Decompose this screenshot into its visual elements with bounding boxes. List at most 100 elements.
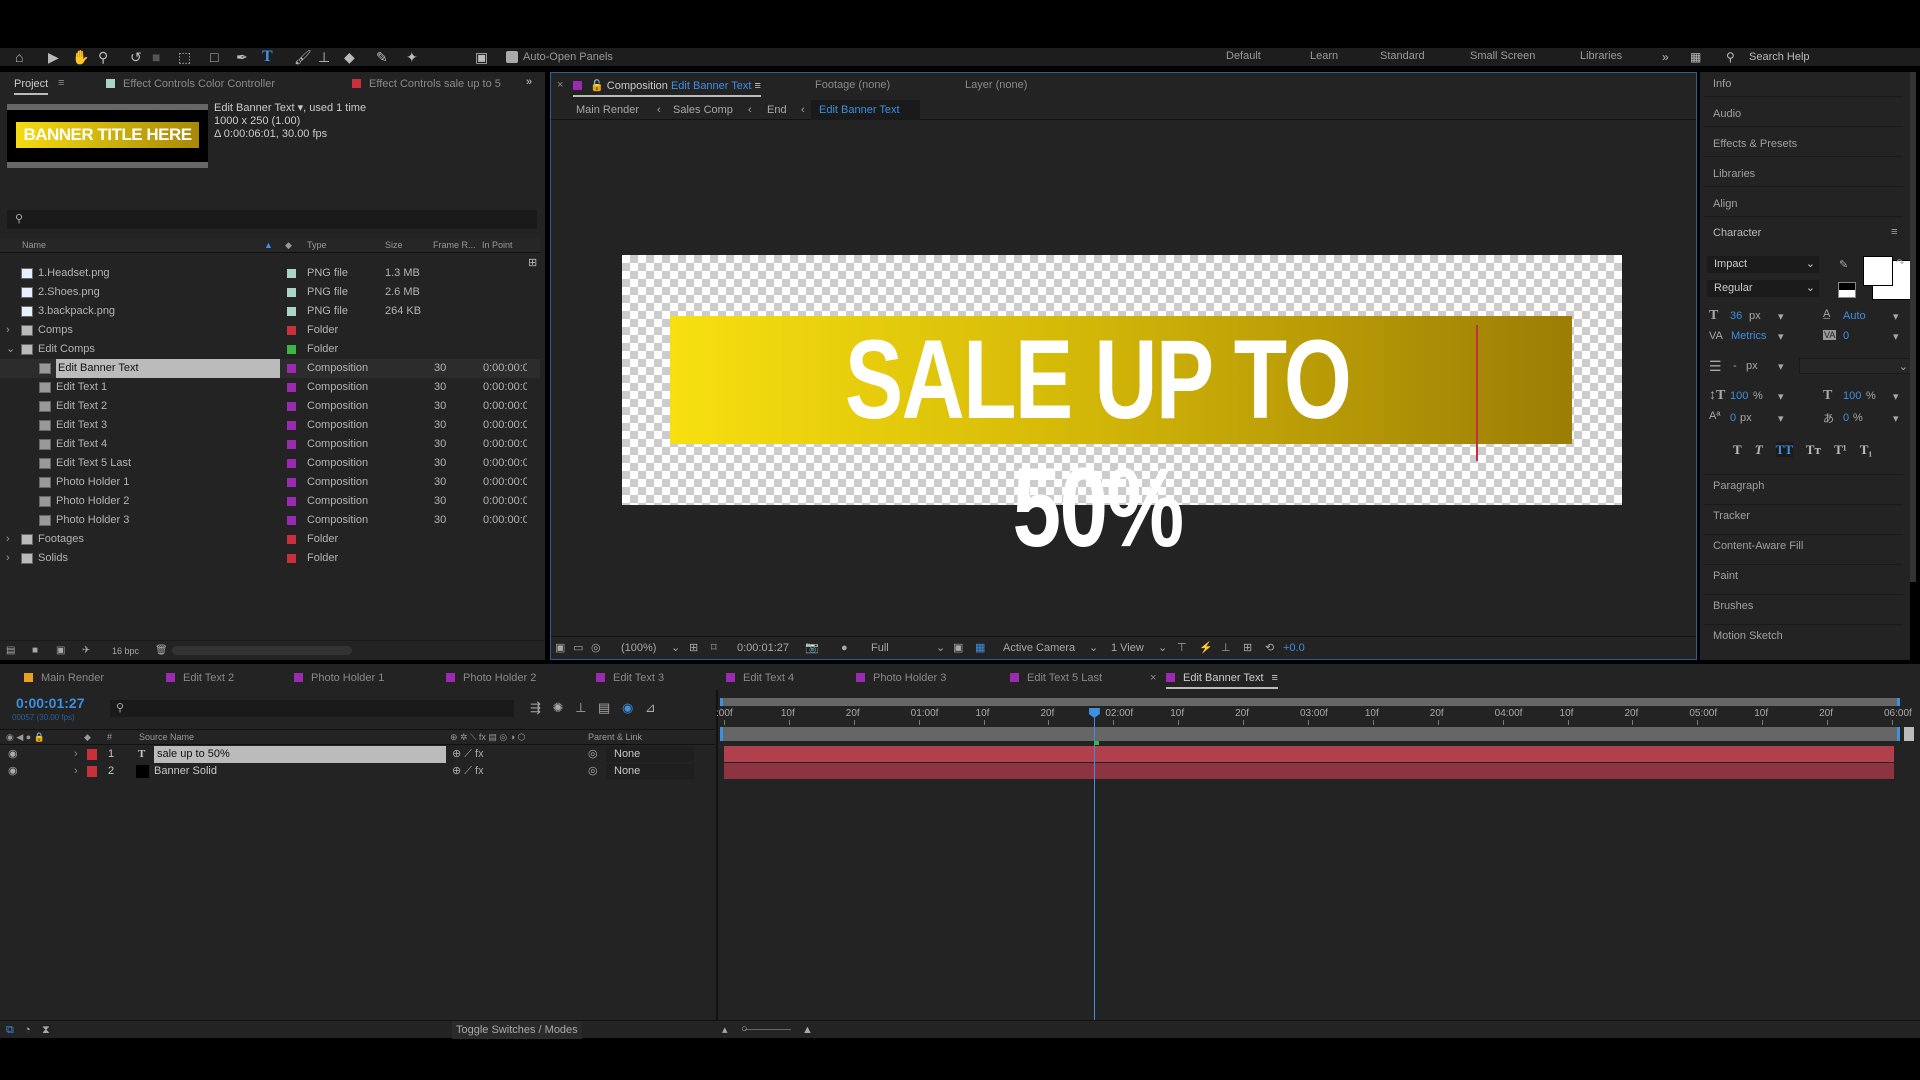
pickwhip-icon[interactable]: ◎ [588, 763, 598, 780]
label-color[interactable] [287, 459, 296, 468]
label-color[interactable] [287, 288, 296, 297]
dropdown-arrow-icon[interactable]: ▾ [1778, 330, 1784, 343]
label-color[interactable] [287, 440, 296, 449]
label-color[interactable] [287, 364, 296, 373]
roi-icon[interactable]: ▣ [953, 637, 963, 660]
workspace-default[interactable]: Default [1226, 50, 1261, 62]
faux-italic-button[interactable]: T [1755, 442, 1763, 457]
snapping-icon[interactable]: ▣ [475, 48, 488, 66]
panel-libraries[interactable]: Libraries [1713, 168, 1755, 180]
puppet-pin-icon[interactable]: ✦ [406, 48, 418, 66]
parent-dropdown[interactable]: None [606, 764, 694, 779]
tsume-value[interactable]: 0 [1843, 412, 1849, 424]
exposure-reset-icon[interactable]: ⟲ [1265, 637, 1274, 660]
search-icon[interactable]: ⚲ [1726, 48, 1735, 66]
sort-asc-icon[interactable]: ▲ [264, 238, 273, 253]
expand-arrow-icon[interactable]: › [74, 746, 78, 763]
layer-bar-1[interactable] [724, 746, 1894, 762]
zoom-dropdown[interactable]: (100%) [621, 637, 656, 660]
expand-arrow-icon[interactable]: › [6, 321, 10, 340]
panel-motion-sketch[interactable]: Motion Sketch [1713, 630, 1783, 642]
faux-bold-button[interactable]: T [1733, 442, 1741, 457]
timeline-tab[interactable]: Edit Text 2 [166, 672, 234, 684]
resolution-dropdown[interactable]: Full [871, 637, 889, 660]
home-icon[interactable]: ⌂ [15, 48, 23, 66]
right-panel-scrollbar[interactable] [1910, 72, 1916, 582]
workspace-standard[interactable]: Standard [1380, 50, 1425, 62]
project-item[interactable]: Edit Banner Text Composition 30 0:00:00:0 [0, 359, 540, 378]
superscript-button[interactable]: T¹ [1834, 442, 1847, 457]
pan-behind-icon[interactable]: ⬚ [178, 48, 191, 66]
col-type[interactable]: Type [307, 238, 327, 253]
panel-layout-icon[interactable]: ▦ [1690, 48, 1701, 66]
parent-dropdown[interactable]: None [606, 747, 694, 762]
font-family-dropdown[interactable]: Impact ⌄ [1707, 256, 1819, 273]
panel-paragraph[interactable]: Paragraph [1713, 480, 1764, 492]
col-in-point[interactable]: In Point [482, 238, 513, 253]
panel-menu-icon[interactable]: ≡ [1891, 226, 1897, 238]
font-style-dropdown[interactable]: Regular ⌄ [1707, 280, 1819, 297]
timeline-current-time[interactable]: 0:00:01:27 [16, 695, 85, 711]
current-time-field[interactable]: 0:00:01:27 [737, 637, 789, 660]
comp-marker-bin[interactable] [1904, 727, 1914, 741]
label-color[interactable] [287, 478, 296, 487]
dropdown-arrow-icon[interactable]: ▾ [1893, 412, 1899, 425]
breadcrumb-sales-comp[interactable]: Sales Comp [673, 100, 733, 120]
layer-name[interactable]: Banner Solid [154, 763, 217, 780]
toggle-switches-modes-button[interactable]: Toggle Switches / Modes [452, 1021, 582, 1039]
label-color[interactable] [287, 383, 296, 392]
panel-menu-icon[interactable]: ≡ [755, 80, 761, 92]
label-color[interactable] [287, 497, 296, 506]
project-item[interactable]: 3.backpack.png PNG file 264 KB [0, 302, 540, 321]
close-tab-icon[interactable]: × [1150, 672, 1156, 684]
layer-switches[interactable]: ⊕ ⟋ fx [452, 763, 484, 780]
eraser-icon[interactable]: ◆ [344, 48, 355, 66]
layer-row[interactable]: ◉ › 2 Banner Solid ⊕ ⟋ fx ◎ None [0, 763, 715, 780]
expand-arrow-icon[interactable]: › [74, 763, 78, 780]
workspace-libraries[interactable]: Libraries [1580, 50, 1622, 62]
panel-paint[interactable]: Paint [1713, 570, 1738, 582]
layer-switches-pane-icon[interactable]: ⧉ [6, 1021, 14, 1039]
panel-info[interactable]: Info [1713, 78, 1731, 90]
timeline-tab[interactable]: Photo Holder 1 [294, 672, 384, 684]
timeline-icon[interactable]: ⊥ [1221, 637, 1231, 660]
zoom-out-icon[interactable]: ▴ [722, 1021, 728, 1039]
banner-solid[interactable]: SALE UP TO 50% [670, 316, 1572, 570]
composition-canvas[interactable]: SALE UP TO 50% [622, 255, 1622, 570]
tab-effect-controls-color[interactable]: Effect Controls Color Controller [106, 78, 275, 90]
vertical-scale-value[interactable]: 100 [1730, 390, 1748, 402]
stroke-style-dropdown[interactable]: ⌄ [1799, 358, 1913, 374]
project-item[interactable]: › Footages Folder [0, 530, 540, 549]
visibility-eye-icon[interactable]: ◉ [8, 746, 18, 763]
layer-bar-2[interactable] [724, 763, 1894, 779]
pickwhip-icon[interactable]: ◎ [588, 746, 598, 763]
font-size-value[interactable]: 36 [1730, 310, 1742, 322]
workspace-learn[interactable]: Learn [1310, 50, 1338, 62]
label-color[interactable] [287, 269, 296, 278]
timeline-tab[interactable]: Main Render [24, 672, 104, 684]
layer-label-color[interactable] [87, 766, 97, 777]
toggle-pixel-icon[interactable]: ⊤ [1177, 637, 1187, 660]
zoom-in-icon[interactable]: ▲ [802, 1021, 813, 1039]
stroke-width-value[interactable]: - [1733, 360, 1737, 372]
project-item[interactable]: Edit Text 2 Composition 30 0:00:00:0 [0, 397, 540, 416]
color-channels-icon[interactable]: ● [841, 637, 848, 660]
label-color[interactable] [287, 421, 296, 430]
project-item[interactable]: Photo Holder 1 Composition 30 0:00:00:0 [0, 473, 540, 492]
new-folder-icon[interactable]: ■ [32, 641, 38, 661]
breadcrumb-main-render[interactable]: Main Render [576, 100, 639, 120]
label-color[interactable] [287, 326, 296, 335]
layer-row[interactable]: ◉ › 1 Tsale up to 50% ⊕ ⟋ fx ◎ None [0, 746, 715, 763]
motion-blur-icon[interactable]: ◉ [622, 700, 633, 715]
project-item[interactable]: Photo Holder 2 Composition 30 0:00:00:0 [0, 492, 540, 511]
timeline-tab[interactable]: Photo Holder 3 [856, 672, 946, 684]
type-tool-icon[interactable]: T [262, 48, 273, 66]
project-item[interactable]: Photo Holder 3 Composition 30 0:00:00:0 [0, 511, 540, 530]
panel-content-aware-fill[interactable]: Content-Aware Fill [1713, 540, 1803, 552]
dropdown-arrow-icon[interactable]: ▾ [1893, 330, 1899, 343]
expand-arrow-icon[interactable]: › [6, 530, 10, 549]
zoom-tool-icon[interactable]: ⚲ [98, 48, 108, 66]
baseline-shift-value[interactable]: 0 [1730, 412, 1736, 424]
label-color[interactable] [287, 554, 296, 563]
leading-value[interactable]: Auto [1843, 310, 1866, 322]
